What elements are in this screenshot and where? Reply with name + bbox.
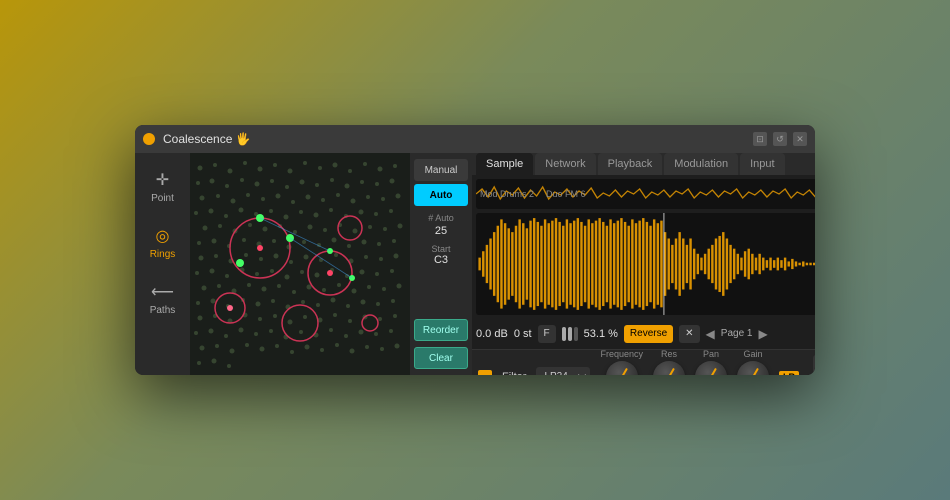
title-dot [143, 133, 155, 145]
icon-close[interactable]: ✕ [793, 132, 807, 146]
page-label: Page 1 [721, 328, 753, 339]
title-icons: ⊡ ↺ ✕ [753, 132, 807, 146]
tab-network[interactable]: Network [535, 153, 595, 175]
auto-count-value: 25 [414, 225, 468, 237]
percent-value: 53.1 % [584, 328, 618, 340]
tab-playback[interactable]: Playback [598, 153, 663, 175]
prev-page-btn[interactable]: ◀ [706, 327, 715, 341]
reverse-btn[interactable]: Reverse [624, 325, 673, 343]
pan-group: Pan C [695, 349, 727, 375]
tool-rings[interactable]: ◎ Rings [139, 217, 187, 269]
dot2 [568, 327, 572, 341]
paths-icon: ⟵ [151, 282, 174, 302]
tab-modulation[interactable]: Modulation [664, 153, 738, 175]
mode-panel: Manual Auto # Auto 25 Start C3 Reorder C… [410, 153, 472, 375]
clear-btn[interactable]: Clear [414, 347, 468, 369]
canvas-area[interactable] [190, 153, 410, 375]
dot3 [574, 327, 578, 341]
frequency-label: Frequency [600, 349, 643, 359]
filter-checkbox[interactable] [478, 370, 492, 375]
ctrl-dots [562, 327, 578, 341]
rings-icon: ◎ [156, 226, 170, 246]
canvas-svg [190, 153, 410, 375]
start-info: Start C3 [414, 244, 468, 266]
gain-group: Gain -6.0 dB [737, 349, 769, 375]
manual-btn[interactable]: Manual [414, 159, 468, 181]
auto-count-info: # Auto 25 [414, 213, 468, 237]
x-btn[interactable]: ✕ [679, 325, 699, 343]
gain-knob[interactable] [737, 361, 769, 375]
icon-settings[interactable]: ↺ [773, 132, 787, 146]
start-label: Start [431, 244, 450, 254]
tabs-row: Sample Network Playback Modulation Input [472, 153, 815, 175]
formant-btn[interactable]: F [538, 325, 556, 343]
title-text: Coalescence 🖐 [163, 132, 745, 146]
mini-label1: Mod Drums 2 [480, 189, 534, 199]
tab-input[interactable]: Input [740, 153, 784, 175]
reorder-btn[interactable]: Reorder [414, 319, 468, 341]
filter-label: Filter [502, 371, 526, 375]
pan-label: Pan [703, 349, 719, 359]
auto-count-label: # Auto [414, 213, 468, 223]
auto-btn[interactable]: Auto [414, 184, 468, 206]
res-label: Res [661, 349, 677, 359]
gain-value: 0.0 dB [476, 328, 508, 340]
tab-sample[interactable]: Sample [476, 153, 533, 175]
icon-resize[interactable]: ⊡ [753, 132, 767, 146]
next-page-btn[interactable]: ▶ [758, 327, 767, 341]
res-knob[interactable] [653, 361, 685, 375]
plus-icon: ✛ [156, 170, 169, 190]
gain-label: Gain [743, 349, 762, 359]
filter-type-select[interactable]: LP24 HP24 BP24 [536, 367, 590, 375]
main-content: ✛ Point ◎ Rings ⟵ Paths [135, 153, 815, 375]
mini-label2: Duo FM 6 [546, 189, 586, 199]
plugin-window: Coalescence 🖐 ⊡ ↺ ✕ ✛ Point ◎ Rings ⟵ Pa… [135, 125, 815, 375]
lr-badge[interactable]: LR [779, 371, 799, 375]
dot1 [562, 327, 566, 341]
title-bar: Coalescence 🖐 ⊡ ↺ ✕ [135, 125, 815, 153]
res-group: Res 4.75 [653, 349, 685, 375]
filter-row: Filter LP24 HP24 BP24 Frequency 4.16 kHz… [472, 349, 815, 375]
tool-point[interactable]: ✛ Point [139, 161, 187, 213]
frequency-knob[interactable] [606, 361, 638, 375]
waveform-mini[interactable]: Mod Drums 2 Duo FM 6 [476, 179, 815, 209]
waveform-section: Mod Drums 2 Duo FM 6 [472, 175, 815, 319]
start-value: C3 [434, 254, 448, 266]
tool-paths[interactable]: ⟵ Paths [139, 273, 187, 325]
frequency-group: Frequency 4.16 kHz [600, 349, 643, 375]
controls-row: 0.0 dB 0 st F 53.1 % Reverse ✕ ◀ Page 1 … [472, 319, 815, 349]
semitones-value: 0 st [514, 328, 532, 340]
waveform-main[interactable]: 13.4 s 🔒 [476, 213, 815, 315]
pan-knob[interactable] [695, 361, 727, 375]
instrument-panel: Sample Network Playback Modulation Input… [472, 153, 815, 375]
wave-btn1[interactable]: ∧ [813, 355, 815, 375]
left-sidebar: ✛ Point ◎ Rings ⟵ Paths [135, 153, 190, 375]
